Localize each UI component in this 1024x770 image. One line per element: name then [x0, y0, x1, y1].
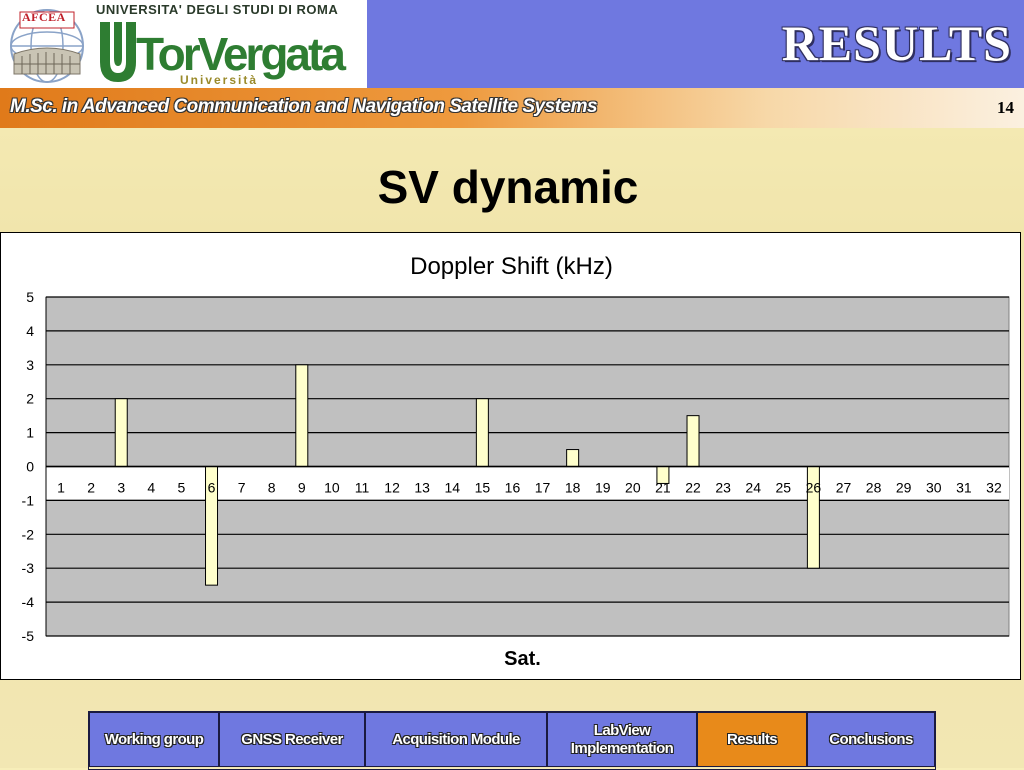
x-tick-label: 2	[87, 480, 95, 496]
course-subtitle: M.Sc. in Advanced Communication and Navi…	[10, 96, 598, 117]
x-tick-label: 10	[324, 480, 340, 496]
x-tick-label: 14	[444, 480, 460, 496]
bar	[475, 398, 489, 467]
bar	[566, 449, 580, 468]
nav-acquisition-module[interactable]: Acquisition Module	[365, 712, 547, 767]
seal-label: AFCEA	[22, 10, 66, 24]
x-tick-label: 23	[715, 480, 731, 496]
y-tick-label: -5	[22, 628, 35, 644]
x-tick-label: 7	[238, 480, 246, 496]
y-tick-label: -2	[22, 526, 35, 542]
bar	[686, 415, 700, 467]
logo-subtext: Università	[180, 73, 258, 86]
x-tick-label: 30	[926, 480, 942, 496]
subtitle-bar: M.Sc. in Advanced Communication and Navi…	[0, 88, 1024, 128]
y-tick-label: 4	[26, 323, 34, 339]
bottom-nav: Working group GNSS Receiver Acquisition …	[88, 711, 936, 770]
y-tick-label: -3	[22, 560, 35, 576]
nav-working-group[interactable]: Working group	[89, 712, 219, 767]
bar	[114, 398, 128, 467]
x-tick-label: 4	[147, 480, 155, 496]
x-tick-label: 25	[776, 480, 792, 496]
x-tick-label: 32	[986, 480, 1002, 496]
x-tick-label: 18	[565, 480, 581, 496]
nav-conclusions[interactable]: Conclusions	[807, 712, 935, 767]
x-tick-label: 17	[535, 480, 551, 496]
x-tick-label: 27	[836, 480, 852, 496]
doppler-chart: 543210-1-2-3-4-51 2 3 4 5 6 7 8 9 10 11 12 13 14 15 16 1…	[22, 289, 1010, 644]
y-tick-label: -1	[22, 492, 35, 508]
section-title: RESULTS	[781, 15, 1012, 71]
nav-results[interactable]: Results	[697, 712, 807, 767]
x-tick-label: 21	[655, 480, 671, 496]
category-band	[46, 467, 1009, 500]
y-tick-label: 3	[26, 357, 34, 373]
x-tick-label: 22	[685, 480, 701, 496]
y-tick-label: -4	[22, 594, 35, 610]
nav-labview-implementation[interactable]: LabView Implementation	[547, 712, 697, 767]
chart-panel: Doppler Shift (kHz) 5 4 3 2 1 0 -1 -2 -3 -4 -5 1 2 3 4…	[0, 232, 1021, 680]
nav-gnss-receiver[interactable]: GNSS Receiver	[219, 712, 365, 767]
x-tick-label: 24	[745, 480, 761, 496]
x-axis-title: Sat.	[504, 648, 541, 670]
torvergata-logo: TorVergata Università	[100, 22, 349, 86]
y-tick-label: 0	[26, 459, 34, 475]
university-name: UNIVERSITA' DEGLI STUDI DI ROMA	[96, 2, 339, 17]
y-tick-label: 5	[26, 289, 34, 305]
x-tick-label: 20	[625, 480, 641, 496]
y-tick-label: 2	[26, 391, 34, 407]
x-tick-label: 12	[384, 480, 400, 496]
page-number: 14	[997, 98, 1014, 117]
x-tick-label: 31	[956, 480, 972, 496]
x-tick-label: 13	[414, 480, 430, 496]
x-tick-label: 6	[208, 480, 216, 496]
x-tick-label: 15	[475, 480, 491, 496]
header-bar: RESULTS	[367, 0, 1024, 88]
header-logo-area: AFCEA UNIVERSITA' DEGLI STUDI DI ROMA To…	[0, 0, 367, 88]
x-tick-label: 3	[117, 480, 125, 496]
x-tick-label: 16	[505, 480, 521, 496]
slide-title: SV dynamic	[377, 161, 639, 213]
bar	[295, 364, 309, 467]
x-tick-label: 26	[806, 480, 822, 496]
x-tick-label: 29	[896, 480, 912, 496]
x-tick-label: 11	[355, 480, 370, 496]
x-tick-label: 28	[866, 480, 882, 496]
x-tick-label: 1	[57, 480, 65, 496]
x-tick-label: 19	[595, 480, 611, 496]
x-tick-label: 8	[268, 480, 276, 496]
x-tick-label: 5	[178, 480, 186, 496]
x-tick-label: 9	[298, 480, 306, 496]
y-tick-label: 1	[26, 425, 34, 441]
